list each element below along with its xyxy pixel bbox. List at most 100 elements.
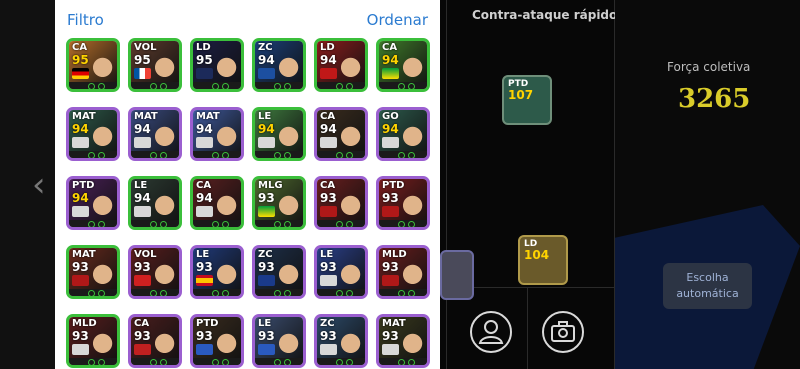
card-position: CA bbox=[134, 318, 150, 329]
card-rating: 94 bbox=[72, 122, 89, 136]
card-position: PTD bbox=[72, 180, 95, 191]
chevron-left-icon[interactable]: ‹ bbox=[32, 168, 46, 202]
sort-button[interactable]: Ordenar bbox=[367, 11, 428, 29]
player-card[interactable]: MAT 94 bbox=[190, 107, 244, 161]
card-rating: 93 bbox=[258, 191, 275, 205]
player-card[interactable]: PTD 94 bbox=[66, 176, 120, 230]
player-card[interactable]: VOL 95 bbox=[128, 38, 182, 92]
mini-card-rating: 104 bbox=[524, 248, 550, 262]
card-footer bbox=[379, 220, 427, 227]
card-position: ZC bbox=[258, 42, 273, 53]
player-card[interactable]: MLD 93 bbox=[66, 314, 120, 368]
player-card[interactable]: CA 93 bbox=[314, 176, 368, 230]
card-footer bbox=[317, 82, 365, 89]
lyon-badge-icon bbox=[196, 344, 213, 355]
card-position: LE bbox=[320, 249, 334, 260]
club-badge-icon bbox=[72, 206, 89, 217]
field-line bbox=[527, 287, 528, 369]
player-card[interactable]: LE 93 bbox=[252, 314, 306, 368]
club-badge-icon bbox=[382, 344, 399, 355]
player-card[interactable]: CA 94 bbox=[190, 176, 244, 230]
card-position: CA bbox=[320, 111, 336, 122]
player-card[interactable]: MAT 93 bbox=[66, 245, 120, 299]
card-footer bbox=[255, 151, 303, 158]
card-position: MLD bbox=[382, 249, 407, 260]
card-rating: 94 bbox=[134, 191, 151, 205]
player-card[interactable]: CA 95 bbox=[66, 38, 120, 92]
card-rating: 94 bbox=[196, 122, 213, 136]
player-card[interactable]: ZC 94 bbox=[252, 38, 306, 92]
player-card[interactable]: VOL 93 bbox=[128, 245, 182, 299]
card-footer bbox=[317, 220, 365, 227]
card-rating: 93 bbox=[258, 260, 275, 274]
player-card[interactable]: PTD 93 bbox=[190, 314, 244, 368]
mini-player-card[interactable]: LD 104 bbox=[518, 235, 568, 285]
filter-button[interactable]: Filtro bbox=[67, 11, 104, 29]
card-rating: 93 bbox=[382, 191, 399, 205]
card-footer bbox=[255, 82, 303, 89]
player-card[interactable]: LE 94 bbox=[252, 107, 306, 161]
player-card[interactable]: LD 95 bbox=[190, 38, 244, 92]
card-rating: 94 bbox=[382, 53, 399, 67]
card-footer bbox=[69, 82, 117, 89]
card-rating: 93 bbox=[72, 260, 89, 274]
player-card[interactable]: CA 94 bbox=[376, 38, 430, 92]
club-badge-icon bbox=[72, 344, 89, 355]
card-position: LD bbox=[196, 42, 211, 53]
player-card[interactable]: ZC 93 bbox=[314, 314, 368, 368]
player-card[interactable]: MAT 94 bbox=[66, 107, 120, 161]
card-position: PTD bbox=[196, 318, 219, 329]
player-card[interactable]: LE 93 bbox=[314, 245, 368, 299]
brazil-badge-icon bbox=[382, 68, 399, 79]
card-position: CA bbox=[196, 180, 212, 191]
card-footer bbox=[317, 289, 365, 296]
milan-badge-icon bbox=[134, 344, 151, 355]
player-card[interactable]: GO 94 bbox=[376, 107, 430, 161]
player-card[interactable]: CA 93 bbox=[128, 314, 182, 368]
card-footer bbox=[255, 289, 303, 296]
card-position: MLD bbox=[72, 318, 97, 329]
force-value: 3265 bbox=[678, 84, 751, 114]
card-footer bbox=[131, 358, 179, 365]
card-footer bbox=[69, 289, 117, 296]
card-footer bbox=[69, 358, 117, 365]
card-rating: 93 bbox=[320, 260, 337, 274]
manutd-badge-icon bbox=[134, 275, 151, 286]
club-badge-icon bbox=[320, 137, 337, 148]
card-rating: 93 bbox=[258, 329, 275, 343]
mini-player-card[interactable] bbox=[440, 250, 474, 300]
card-position: LE bbox=[258, 318, 272, 329]
card-position: ZC bbox=[320, 318, 335, 329]
player-card[interactable]: PTD 93 bbox=[376, 176, 430, 230]
player-card[interactable]: MLD 93 bbox=[376, 245, 430, 299]
club-badge-icon bbox=[134, 206, 151, 217]
card-footer bbox=[193, 151, 241, 158]
force-label: Força coletiva bbox=[667, 60, 751, 74]
camera-button[interactable] bbox=[542, 311, 584, 353]
card-position: CA bbox=[320, 180, 336, 191]
player-card[interactable]: LD 94 bbox=[314, 38, 368, 92]
club-badge-icon bbox=[320, 344, 337, 355]
player-card[interactable]: LE 94 bbox=[128, 176, 182, 230]
player-card[interactable]: ZC 93 bbox=[252, 245, 306, 299]
card-footer bbox=[131, 289, 179, 296]
profile-button[interactable] bbox=[470, 311, 512, 353]
player-card[interactable]: MAT 93 bbox=[376, 314, 430, 368]
player-card[interactable]: MAT 94 bbox=[128, 107, 182, 161]
porto-badge-icon bbox=[258, 68, 275, 79]
card-position: PTD bbox=[382, 180, 405, 191]
auto-select-button[interactable]: Escolha automática bbox=[663, 263, 752, 309]
mini-card-rating: 107 bbox=[508, 88, 534, 102]
player-card[interactable]: CA 94 bbox=[314, 107, 368, 161]
card-rating: 94 bbox=[382, 122, 399, 136]
card-footer bbox=[193, 289, 241, 296]
card-position: LE bbox=[134, 180, 148, 191]
card-rating: 93 bbox=[72, 329, 89, 343]
mini-player-card[interactable]: PTD 107 bbox=[502, 75, 552, 125]
player-card[interactable]: MLG 93 bbox=[252, 176, 306, 230]
card-footer bbox=[193, 358, 241, 365]
card-rating: 93 bbox=[196, 260, 213, 274]
france-badge-icon bbox=[134, 68, 151, 79]
field-line bbox=[446, 0, 447, 369]
player-card[interactable]: LE 93 bbox=[190, 245, 244, 299]
